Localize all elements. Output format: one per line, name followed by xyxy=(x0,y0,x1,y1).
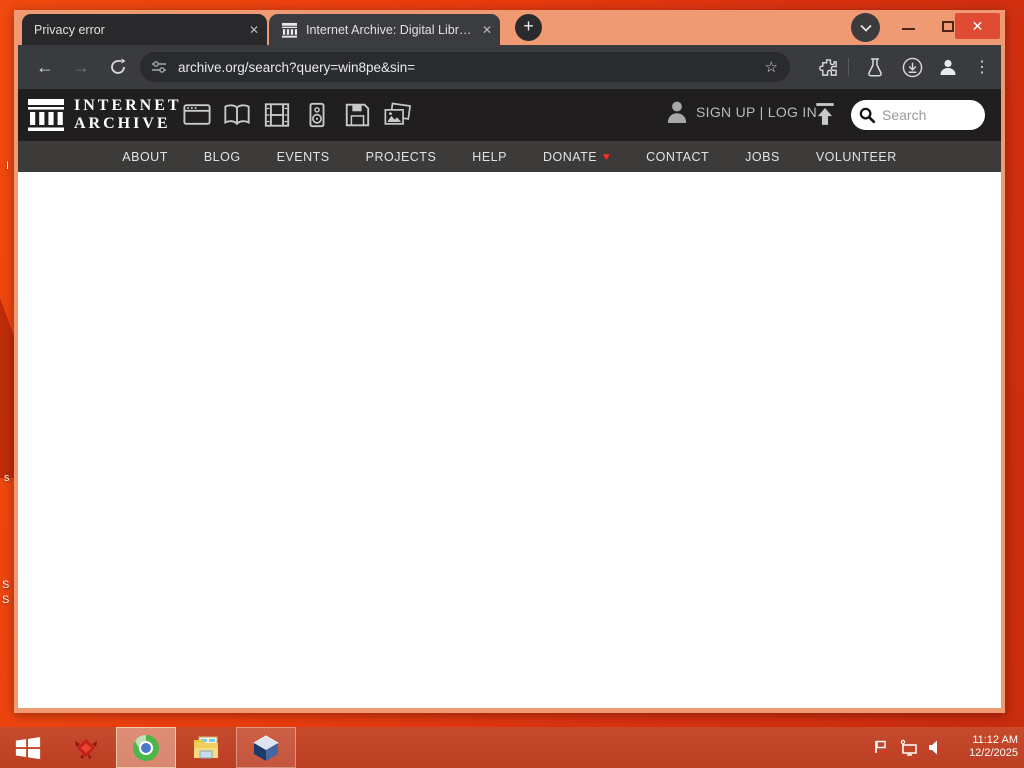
upload-button[interactable] xyxy=(814,102,836,131)
brand-line-2: ARCHIVE xyxy=(74,115,171,132)
nav-label: ABOUT xyxy=(122,149,168,164)
maximize-button[interactable] xyxy=(942,21,954,32)
nav-donate[interactable]: DONATE ♥ xyxy=(525,150,628,164)
taskbar: ✕ ✕ 11:12 AM 12/2/2025 xyxy=(0,727,1024,768)
nav-contact[interactable]: CONTACT xyxy=(628,150,727,164)
reload-button[interactable] xyxy=(106,55,130,79)
nav-jobs[interactable]: JOBS xyxy=(727,150,798,164)
site-search-box[interactable] xyxy=(851,100,985,130)
search-icon xyxy=(859,107,876,124)
nav-projects[interactable]: PROJECTS xyxy=(348,150,455,164)
start-button[interactable] xyxy=(0,727,56,768)
nav-blog[interactable]: BLOG xyxy=(186,150,259,164)
svg-text:✕: ✕ xyxy=(938,746,945,755)
nav-label: EVENTS xyxy=(276,149,330,164)
volume-muted-icon[interactable]: ✕ xyxy=(927,739,946,756)
browser-menu-button[interactable]: ⋮ xyxy=(970,55,994,79)
file-explorer-icon xyxy=(194,736,218,758)
taskbar-file-explorer-button[interactable] xyxy=(176,727,236,768)
forward-button[interactable]: → xyxy=(70,56,92,78)
internet-archive-favicon-icon xyxy=(281,22,298,38)
minimize-button[interactable] xyxy=(902,28,915,30)
tab-title: Privacy error xyxy=(34,22,105,37)
web-icon[interactable] xyxy=(183,102,211,128)
taskbar-chrome-button[interactable] xyxy=(116,727,176,768)
nav-help[interactable]: HELP xyxy=(454,150,525,164)
toolbar-separator xyxy=(848,58,849,76)
experiments-button[interactable] xyxy=(863,55,887,79)
windows-logo-icon xyxy=(15,736,41,759)
donate-heart-icon: ♥ xyxy=(603,150,611,163)
page-content-blank xyxy=(18,172,1001,708)
tab-search-button[interactable] xyxy=(851,13,880,42)
downloads-button[interactable] xyxy=(900,55,924,79)
texts-icon[interactable] xyxy=(223,102,251,128)
brand-line-1: INTERNET xyxy=(74,97,182,114)
nav-volunteer[interactable]: VOLUNTEER xyxy=(798,150,915,164)
desktop-icon-label-fragment: S xyxy=(2,579,10,591)
nav-label: HELP xyxy=(472,149,507,164)
search-input[interactable] xyxy=(882,107,974,123)
system-tray: ✕ ✕ xyxy=(873,727,946,768)
flask-icon xyxy=(868,57,882,77)
reload-icon xyxy=(111,58,126,74)
svg-text:✕: ✕ xyxy=(882,748,889,756)
taskbar-virtualbox-button[interactable] xyxy=(236,727,296,768)
video-icon[interactable] xyxy=(263,102,291,128)
desktop-icon-label-fragment: I xyxy=(6,160,10,172)
tab-internet-archive[interactable]: Internet Archive: Digital Library ✕ xyxy=(269,14,500,45)
internet-archive-logo-icon[interactable] xyxy=(27,98,65,132)
nav-label: CONTACT xyxy=(646,149,710,164)
account-links[interactable]: SIGN UP | LOG IN xyxy=(666,100,817,124)
red-box-app-icon xyxy=(75,738,97,759)
clock-date: 12/2/2025 xyxy=(969,747,1018,759)
taskbar-clock[interactable]: 11:12 AM 12/2/2025 xyxy=(969,734,1018,760)
nav-label: BLOG xyxy=(203,149,241,164)
site-settings-icon[interactable] xyxy=(150,59,168,75)
window-close-button[interactable]: ✕ xyxy=(955,13,1000,39)
internet-archive-header: INTERNET ARCHIVE SIGN UP | LOG IN Search xyxy=(18,89,1001,141)
taskbar-red-box-app-button[interactable] xyxy=(56,727,116,768)
profile-button[interactable] xyxy=(936,55,960,79)
nav-events[interactable]: EVENTS xyxy=(259,150,348,164)
download-icon xyxy=(902,57,922,77)
tab-close-icon[interactable]: ✕ xyxy=(482,24,492,36)
bookmark-star-icon[interactable]: ☆ xyxy=(765,58,778,76)
network-icon[interactable] xyxy=(899,739,918,756)
clock-time: 11:12 AM xyxy=(972,734,1018,746)
back-button[interactable]: ← xyxy=(34,56,56,78)
chromium-icon xyxy=(133,734,159,761)
audio-icon[interactable] xyxy=(303,102,331,128)
tab-close-icon[interactable]: ✕ xyxy=(249,24,259,36)
puzzle-icon xyxy=(818,58,837,76)
desktop-icon-label-fragment: S xyxy=(2,594,10,606)
nav-label: JOBS xyxy=(745,149,780,164)
signup-login-link[interactable]: SIGN UP | LOG IN xyxy=(696,104,817,120)
kebab-menu-icon: ⋮ xyxy=(974,59,990,76)
images-icon[interactable] xyxy=(383,102,411,128)
tab-privacy-error[interactable]: Privacy error ✕ xyxy=(22,14,267,45)
virtualbox-icon xyxy=(253,734,279,761)
internet-archive-nav: ABOUT BLOG EVENTS PROJECTS HELP DONATE ♥… xyxy=(18,141,1001,172)
action-center-flag-icon[interactable]: ✕ xyxy=(873,739,890,756)
upload-icon xyxy=(816,103,834,125)
url-text[interactable]: archive.org/search?query=win8pe&sin= xyxy=(178,60,765,75)
user-icon xyxy=(667,101,687,123)
nav-about[interactable]: ABOUT xyxy=(104,150,186,164)
browser-toolbar: ← → archive.org/search?query=win8pe&sin=… xyxy=(18,45,1001,89)
browser-titlebar: Privacy error ✕ Internet Archive: Digita… xyxy=(18,10,1001,45)
desktop-icon-label-fragment: s xyxy=(4,472,10,484)
chevron-down-icon xyxy=(859,24,872,32)
browser-window: Privacy error ✕ Internet Archive: Digita… xyxy=(14,10,1005,713)
software-icon[interactable] xyxy=(343,102,371,128)
internet-archive-wordmark[interactable]: INTERNET ARCHIVE xyxy=(74,97,182,133)
profile-avatar-icon xyxy=(940,59,956,75)
nav-label: VOLUNTEER xyxy=(815,149,897,164)
new-tab-button[interactable]: + xyxy=(515,14,542,41)
nav-label: PROJECTS xyxy=(365,149,437,164)
tab-title: Internet Archive: Digital Library xyxy=(306,22,474,37)
address-bar[interactable]: archive.org/search?query=win8pe&sin= ☆ xyxy=(140,52,790,82)
extensions-button[interactable] xyxy=(816,55,840,79)
nav-label: DONATE xyxy=(542,149,598,164)
